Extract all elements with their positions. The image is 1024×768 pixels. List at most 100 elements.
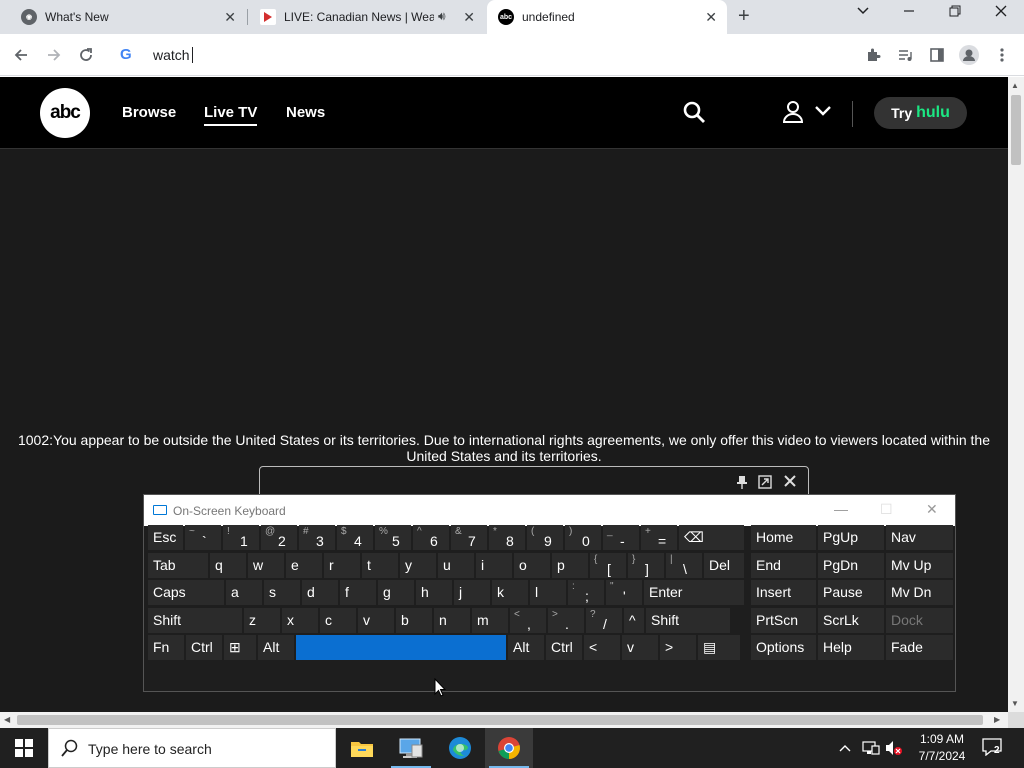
key-i[interactable]: i: [476, 552, 512, 578]
edge-icon[interactable]: [436, 728, 484, 768]
maximize-icon[interactable]: ☐: [880, 501, 893, 518]
key-pause[interactable]: Pause: [818, 580, 884, 605]
search-icon[interactable]: [682, 100, 706, 124]
restore-icon[interactable]: [948, 4, 962, 23]
symbol-key[interactable]: + =: [641, 525, 677, 550]
key-h[interactable]: h: [416, 580, 452, 605]
close-window-icon[interactable]: [994, 4, 1008, 23]
symbol-key[interactable]: ^: [624, 607, 644, 633]
nav-news[interactable]: News: [286, 104, 325, 121]
key-enter[interactable]: Enter: [644, 580, 744, 605]
key-v[interactable]: v: [358, 607, 394, 633]
key-options[interactable]: Options: [751, 635, 816, 660]
nav-browse[interactable]: Browse: [122, 104, 176, 121]
try-hulu-button[interactable]: Try hulu: [874, 97, 967, 129]
key-0[interactable]: ) 0: [565, 525, 601, 550]
key-pgdn[interactable]: PgDn: [818, 552, 884, 578]
key-e[interactable]: e: [286, 552, 322, 578]
key-7[interactable]: & 7: [451, 525, 487, 550]
key-fade[interactable]: Fade: [886, 635, 953, 660]
key-dock[interactable]: Dock: [886, 607, 953, 633]
key-d[interactable]: d: [302, 580, 338, 605]
symbol-key[interactable]: ~ `: [185, 525, 221, 550]
abc-logo[interactable]: abc: [40, 88, 90, 138]
chevron-down-icon[interactable]: [814, 104, 832, 118]
key-l[interactable]: l: [530, 580, 566, 605]
key-m[interactable]: m: [472, 607, 508, 633]
vertical-scrollbar[interactable]: ▲ ▼: [1008, 77, 1024, 712]
key-9[interactable]: (9: [527, 525, 563, 550]
symbol-key[interactable]: >.: [548, 607, 584, 633]
key-del[interactable]: Del: [704, 552, 744, 578]
forward-icon[interactable]: [43, 44, 65, 66]
key-r[interactable]: r: [324, 552, 360, 578]
tray-chevron-icon[interactable]: [838, 728, 852, 768]
key-a[interactable]: a: [226, 580, 262, 605]
profile-avatar-icon[interactable]: [958, 44, 980, 66]
horizontal-scrollbar[interactable]: ◀ ▶: [0, 712, 1008, 728]
key-6[interactable]: ^ 6: [413, 525, 449, 550]
symbol-key[interactable]: | \: [666, 552, 702, 578]
key-x[interactable]: x: [282, 607, 318, 633]
speaker-icon[interactable]: 🔊︎: [438, 9, 446, 24]
key-c[interactable]: c: [320, 607, 356, 633]
symbol-key[interactable]: ▤: [698, 635, 740, 660]
key-home[interactable]: Home: [751, 525, 816, 550]
tab-canadian-news[interactable]: LIVE: Canadian News | Weat 🔊︎ ✕: [248, 0, 485, 34]
symbol-key[interactable]: {[: [590, 552, 626, 578]
key-z[interactable]: z: [244, 607, 280, 633]
volume-muted-icon[interactable]: [885, 728, 903, 768]
scroll-up-icon[interactable]: ▲: [1011, 81, 1019, 90]
key-pgup[interactable]: PgUp: [818, 525, 884, 550]
symbol-key[interactable]: ? /: [586, 607, 622, 633]
popout-icon[interactable]: [758, 475, 772, 492]
network-icon[interactable]: [862, 728, 880, 768]
key-n[interactable]: n: [434, 607, 470, 633]
key-q[interactable]: q: [210, 552, 246, 578]
key-o[interactable]: o: [514, 552, 550, 578]
key-s[interactable]: s: [264, 580, 300, 605]
system-clock[interactable]: 1:09 AM 7/7/2024: [904, 731, 980, 765]
new-tab-icon[interactable]: +: [738, 5, 750, 28]
key-p[interactable]: p: [552, 552, 588, 578]
key-esc[interactable]: Esc: [148, 525, 183, 550]
key-b[interactable]: b: [396, 607, 432, 633]
key-ctrl[interactable]: Ctrl: [186, 635, 222, 660]
close-icon[interactable]: ✕: [926, 501, 938, 518]
tab-search-chevron-icon[interactable]: [856, 4, 870, 23]
key-4[interactable]: $4: [337, 525, 373, 550]
symbol-key[interactable]: >: [660, 635, 696, 660]
remote-desktop-icon[interactable]: [387, 728, 435, 768]
user-account-icon[interactable]: [782, 100, 804, 124]
key-alt[interactable]: Alt: [508, 635, 544, 660]
space-key[interactable]: [296, 635, 506, 660]
tab-whats-new[interactable]: ◉ What's New ✕: [0, 0, 246, 34]
symbol-key[interactable]: }]: [628, 552, 664, 578]
key-shift[interactable]: Shift: [148, 607, 242, 633]
taskbar-search-box[interactable]: Type here to search: [48, 728, 336, 768]
start-button[interactable]: [0, 728, 48, 768]
key-ctrl[interactable]: Ctrl: [546, 635, 582, 660]
key-f[interactable]: f: [340, 580, 376, 605]
symbol-key[interactable]: _ -: [603, 525, 639, 550]
close-tab-icon[interactable]: ✕: [463, 9, 475, 26]
chrome-icon[interactable]: [485, 728, 533, 768]
key-y[interactable]: y: [400, 552, 436, 578]
minimize-icon[interactable]: —: [834, 501, 848, 517]
close-icon[interactable]: [784, 475, 796, 490]
scroll-right-icon[interactable]: ▶: [994, 715, 1000, 724]
key-w[interactable]: w: [248, 552, 284, 578]
key-help[interactable]: Help: [818, 635, 884, 660]
key-tab[interactable]: Tab: [148, 552, 208, 578]
scroll-left-icon[interactable]: ◀: [4, 715, 10, 724]
key-j[interactable]: j: [454, 580, 490, 605]
key-mvup[interactable]: Mv Up: [886, 552, 953, 578]
tab-abc[interactable]: abc undefined ✕: [487, 0, 727, 34]
file-explorer-icon[interactable]: [338, 728, 386, 768]
symbol-key[interactable]: <: [584, 635, 620, 660]
key-t[interactable]: t: [362, 552, 398, 578]
key-fn[interactable]: Fn: [148, 635, 184, 660]
nav-live-tv[interactable]: Live TV: [204, 104, 258, 126]
extensions-icon[interactable]: [862, 44, 884, 66]
osk-titlebar[interactable]: On-Screen Keyboard — ☐ ✕: [144, 495, 955, 526]
